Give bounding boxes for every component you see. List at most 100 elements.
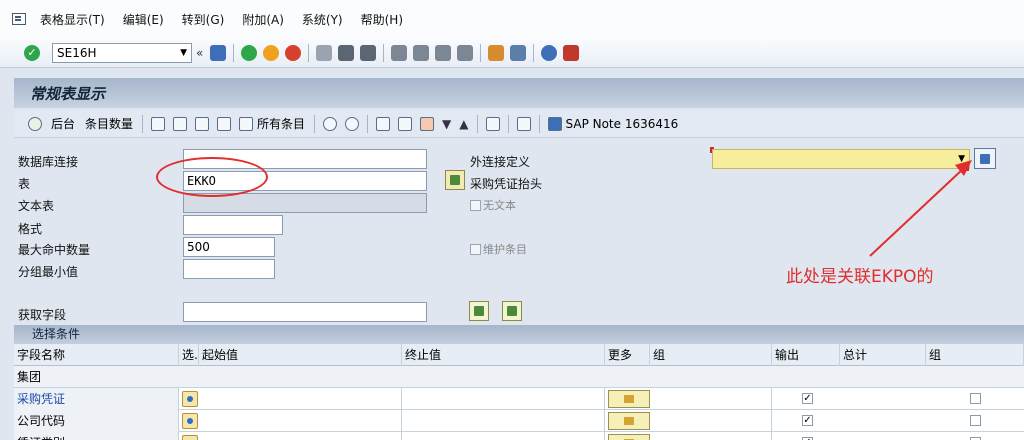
collapse-command-icon[interactable]: « <box>196 46 203 60</box>
background-button[interactable]: 后台 <box>51 115 75 132</box>
col-select[interactable]: 选. <box>179 344 199 366</box>
output-checkbox[interactable]: ✓ <box>802 415 813 426</box>
multiple-selection-icon[interactable] <box>182 435 198 440</box>
print-icon[interactable] <box>316 44 333 61</box>
first-page-icon[interactable] <box>391 44 408 61</box>
new-session-icon[interactable] <box>488 44 505 61</box>
export-icon[interactable] <box>516 116 531 131</box>
col-more[interactable]: 更多 <box>605 344 650 366</box>
last-page-icon[interactable] <box>457 44 474 61</box>
zoom-in-icon[interactable] <box>323 116 338 131</box>
next-page-icon[interactable] <box>435 44 452 61</box>
maintain-entries-checkbox[interactable]: 维护条目 <box>470 241 527 257</box>
find-next-icon[interactable] <box>360 44 377 61</box>
triangle-up-icon[interactable]: ▲ <box>459 117 468 131</box>
get-fields-export-icon[interactable] <box>502 301 522 321</box>
eraser-icon[interactable] <box>420 116 435 131</box>
exit-icon[interactable] <box>263 44 280 61</box>
col-to-value[interactable]: 终止值 <box>402 344 605 366</box>
menu-system[interactable]: 系统(Y) <box>302 11 343 28</box>
format-field[interactable] <box>183 215 283 235</box>
from-value-input[interactable] <box>199 388 402 410</box>
shortcut-icon[interactable] <box>510 44 527 61</box>
chevron-down-icon[interactable]: ▼ <box>180 48 187 58</box>
row-field-name: 集团 <box>17 370 42 384</box>
table-row[interactable]: 公司代码 ✓ <box>14 410 1024 432</box>
row-field-name: 凭证类别 <box>14 432 179 440</box>
more-button[interactable] <box>608 390 650 408</box>
to-value-input[interactable] <box>402 388 605 410</box>
sap-note-link[interactable]: SAP Note 1636416 <box>566 117 679 131</box>
table-row[interactable]: 采购凭证 ✓ <box>14 388 1024 410</box>
chevron-down-icon[interactable]: ▼ <box>958 154 965 164</box>
find-icon[interactable] <box>338 44 355 61</box>
to-value-input[interactable] <box>402 432 605 440</box>
col-field-name[interactable]: 字段名称 <box>14 344 179 366</box>
no-text-checkbox-box[interactable] <box>470 199 481 211</box>
outer-join-define-icon[interactable] <box>974 148 996 169</box>
variant-icon[interactable] <box>376 116 391 131</box>
deselect-all-icon[interactable] <box>173 116 188 131</box>
col-group[interactable]: 组 <box>650 344 772 366</box>
group-input[interactable] <box>650 388 772 410</box>
group-min-field[interactable] <box>183 259 275 279</box>
multiple-selection-icon[interactable] <box>182 391 198 407</box>
no-text-checkbox[interactable]: 无文本 <box>470 197 516 213</box>
maintain-entries-checkbox-box[interactable] <box>470 243 481 255</box>
enter-check-icon[interactable]: ✓ <box>24 44 40 61</box>
col-from-value[interactable]: 起始值 <box>199 344 402 366</box>
menu-extras[interactable]: 附加(A) <box>242 11 284 28</box>
triangle-down-icon[interactable]: ▼ <box>442 117 451 131</box>
more-button[interactable] <box>608 434 650 440</box>
multiple-selection-icon[interactable] <box>182 413 198 429</box>
max-hits-field[interactable]: 500 <box>183 237 275 257</box>
get-fields-field[interactable] <box>183 302 427 322</box>
layout-settings-icon[interactable] <box>563 44 580 61</box>
row-field-name: 采购凭证 <box>14 388 179 410</box>
col-output[interactable]: 输出 <box>772 344 840 366</box>
from-value-input[interactable] <box>199 432 402 440</box>
menu-help[interactable]: 帮助(H) <box>361 11 403 28</box>
toolbar-separator <box>308 43 310 62</box>
layout-icon[interactable] <box>485 116 500 131</box>
save-icon[interactable] <box>210 44 227 61</box>
all-entries-icon[interactable] <box>239 116 254 131</box>
group-checkbox[interactable] <box>970 393 981 404</box>
cancel-icon[interactable] <box>285 44 302 61</box>
table-help-icon[interactable] <box>445 170 465 190</box>
outer-join-field[interactable]: ▼ <box>712 149 970 169</box>
menu-goto[interactable]: 转到(G) <box>182 11 225 28</box>
menu-table-display[interactable]: 表格显示(T) <box>40 11 105 28</box>
help-icon[interactable] <box>541 44 558 61</box>
from-value-input[interactable] <box>199 410 402 432</box>
page-title: 常规表显示 <box>30 85 106 103</box>
select-block-icon[interactable] <box>195 116 210 131</box>
get-fields-import-icon[interactable] <box>469 301 489 321</box>
window-menu-icon[interactable] <box>12 13 26 25</box>
execute-icon[interactable] <box>28 116 42 131</box>
toolbar-separator <box>538 114 540 133</box>
col-group-2[interactable]: 组 <box>926 344 1024 366</box>
to-value-input[interactable] <box>402 410 605 432</box>
table-row[interactable]: 凭证类别 ✓ <box>14 432 1024 440</box>
previous-page-icon[interactable] <box>413 44 430 61</box>
command-field[interactable]: SE16H ▼ <box>52 42 192 63</box>
table-row: 集团 <box>14 366 1024 388</box>
menu-edit[interactable]: 编辑(E) <box>123 11 164 28</box>
group-checkbox[interactable] <box>970 415 981 426</box>
toolbar-separator <box>480 43 482 62</box>
select-all-icon[interactable] <box>151 116 166 131</box>
delete-selection-icon[interactable] <box>217 116 232 131</box>
col-total[interactable]: 总计 <box>840 344 926 366</box>
output-checkbox[interactable]: ✓ <box>802 393 813 404</box>
more-button[interactable] <box>608 412 650 430</box>
back-icon[interactable] <box>241 44 258 61</box>
all-entries-button[interactable]: 所有条目 <box>257 115 305 132</box>
info-icon[interactable] <box>547 116 562 131</box>
group-input[interactable] <box>650 432 772 440</box>
zoom-out-icon[interactable] <box>345 116 360 131</box>
entry-count-button[interactable]: 条目数量 <box>85 115 133 132</box>
undo-icon[interactable] <box>398 116 413 131</box>
annotation-text: 此处是关联EKPO的 <box>786 267 934 287</box>
group-input[interactable] <box>650 410 772 432</box>
